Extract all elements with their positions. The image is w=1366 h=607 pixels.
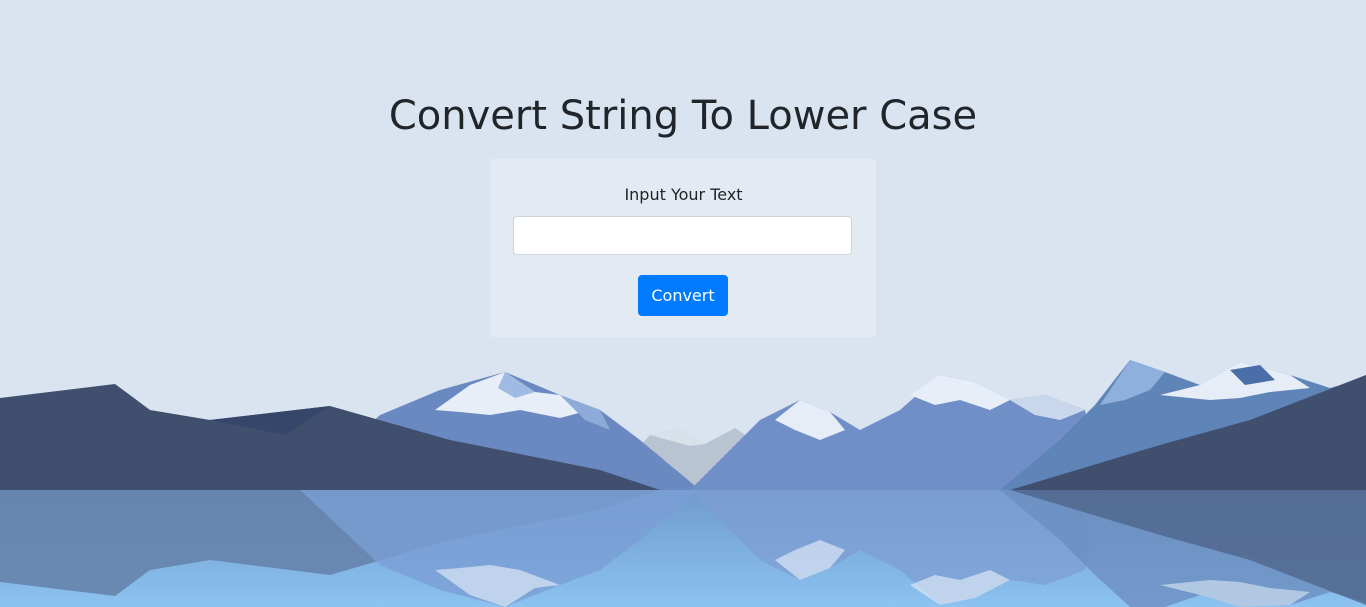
convert-button[interactable]: Convert [638, 275, 728, 316]
page-title: Convert String To Lower Case [388, 93, 978, 139]
converter-form-card: Input Your Text Convert [491, 159, 876, 337]
input-label: Input Your Text [624, 185, 743, 204]
page: Convert String To Lower Case Input Your … [0, 0, 1366, 607]
text-input[interactable] [513, 216, 852, 255]
